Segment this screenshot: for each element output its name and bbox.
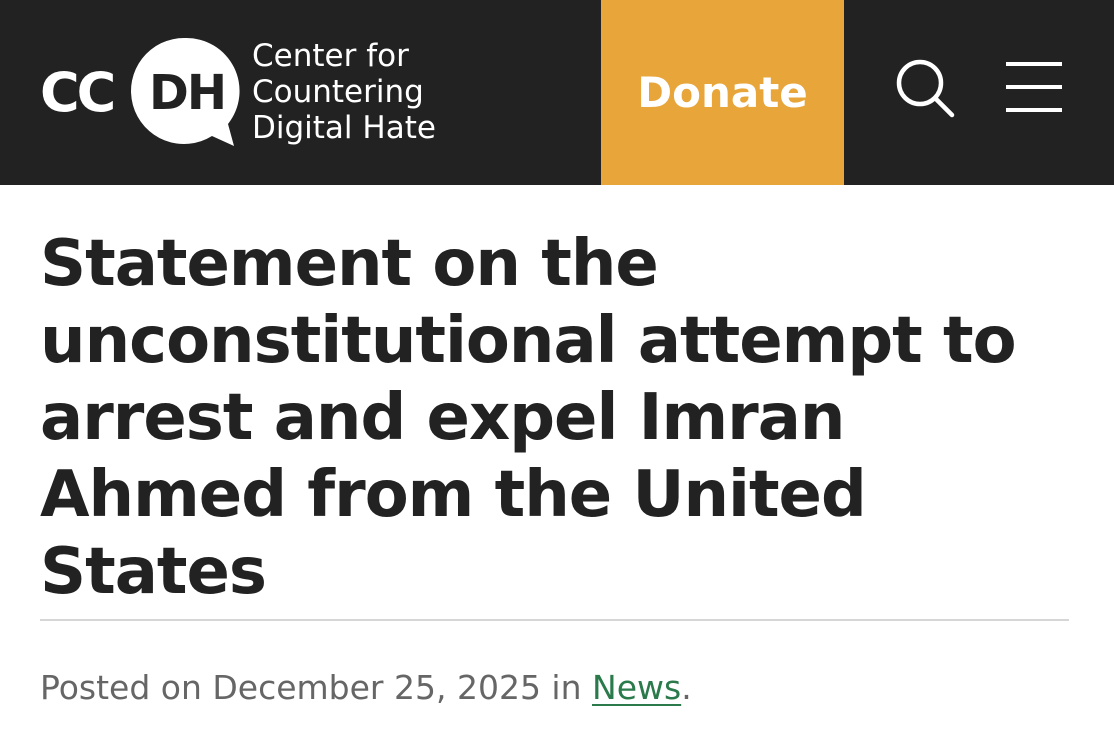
menu-button[interactable] xyxy=(1002,58,1066,116)
site-header: CC DH Center for Countering Digital Hate… xyxy=(0,0,1114,185)
ccdh-logo[interactable]: CC DH Center for Countering Digital Hate xyxy=(40,34,480,150)
search-button[interactable] xyxy=(893,56,957,120)
search-icon xyxy=(896,59,955,118)
logo-mark-dh: DH xyxy=(148,65,227,121)
category-link-news[interactable]: News xyxy=(592,668,681,707)
article-title: Statement on the unconstitutional attemp… xyxy=(40,227,1017,609)
donate-button[interactable]: Donate xyxy=(601,0,844,185)
logo-mark-cc: CC xyxy=(40,61,116,124)
posted-date-text: Posted on December 25, 2025 in xyxy=(40,668,593,707)
logo-wordmark: Center for Countering Digital Hate xyxy=(252,38,436,146)
posted-suffix: . xyxy=(681,668,692,707)
divider xyxy=(40,619,1069,621)
hamburger-menu-icon xyxy=(1006,62,1062,112)
post-meta: Posted on December 25, 2025 in News. xyxy=(40,666,692,710)
